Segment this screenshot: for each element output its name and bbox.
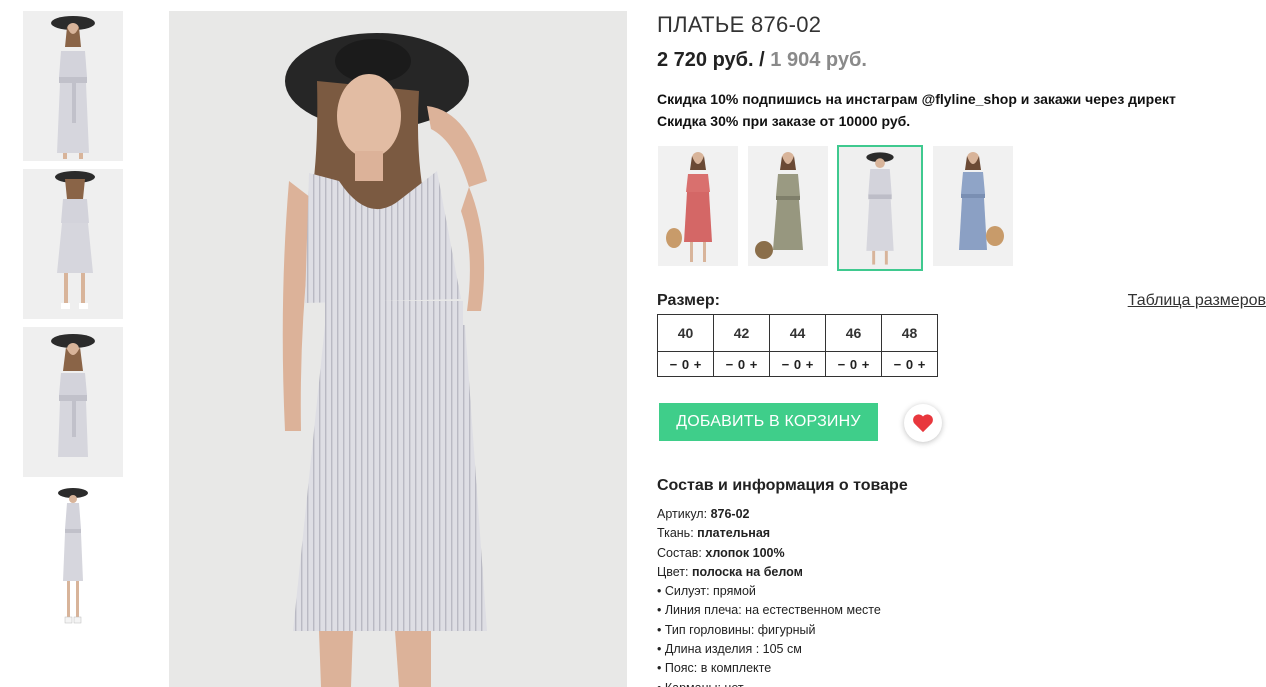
color-variant-grey-stripe[interactable] [837, 145, 923, 271]
price-discounted: 1 904 руб. [770, 49, 867, 71]
size-header: Размер: Таблица размеров [657, 292, 1266, 314]
decrement-button[interactable]: − [725, 357, 735, 372]
decrement-button[interactable]: − [893, 357, 903, 372]
thumbnail-front-hat[interactable] [23, 11, 123, 161]
variant-photo [658, 146, 738, 266]
increment-button[interactable]: + [861, 357, 871, 372]
detail-fabric: Ткань: плательная [657, 526, 771, 541]
quantity-stepper-40: − 0 + [657, 351, 714, 377]
quantity-stepper-46: − 0 + [825, 351, 882, 377]
detail-bullet: • Силуэт: прямой [657, 584, 756, 599]
color-variants [657, 145, 1266, 272]
add-to-cart-button[interactable]: ДОБАВИТЬ В КОРЗИНУ [659, 403, 878, 441]
dress-photo-thumb [23, 327, 123, 477]
promo-text: Скидка 10% подпишись на инстаграм @flyli… [657, 88, 1266, 132]
product-title: ПЛАТЬЕ 876-02 [657, 12, 822, 37]
increment-button[interactable]: + [749, 357, 759, 372]
size-label: Размер: [657, 292, 720, 309]
quantity-stepper-44: − 0 + [769, 351, 826, 377]
quantity-stepper-48: − 0 + [881, 351, 938, 377]
increment-button[interactable]: + [917, 357, 927, 372]
thumbnail-gallery [23, 11, 123, 643]
detail-article: Артикул: 876-02 [657, 507, 750, 521]
thumbnail-full-length[interactable] [23, 485, 123, 635]
main-product-photo[interactable] [169, 11, 627, 687]
color-variant-blue[interactable] [933, 146, 1013, 266]
color-variant-pink[interactable] [658, 146, 738, 266]
product-info: ПЛАТЬЕ 876-02 2 720 руб. / 1 904 руб. Ск… [657, 12, 1266, 687]
variant-photo [748, 146, 828, 266]
variant-photo [933, 146, 1013, 266]
decrement-button[interactable]: − [781, 357, 791, 372]
size-cell-42: 42 [713, 314, 770, 352]
details-list: Артикул: 876-02 Ткань: плательная Состав… [657, 505, 1266, 687]
favorite-button[interactable] [904, 404, 942, 442]
dress-photo-main [169, 11, 627, 687]
thumbnail-back[interactable] [23, 169, 123, 319]
details-title: Состав и информация о товаре [657, 477, 908, 494]
color-variant-olive[interactable] [748, 146, 828, 266]
quantity-value[interactable]: 0 [738, 357, 745, 372]
detail-bullet: • Тип горловины: фигурный [657, 622, 816, 637]
thumbnail-front-2[interactable] [23, 327, 123, 477]
size-chart-link[interactable]: Таблица размеров [1128, 292, 1266, 310]
detail-bullet: • Пояс: в комплекте [657, 661, 772, 676]
detail-color: Цвет: полоска на белом [657, 564, 803, 579]
price-row: 2 720 руб. / 1 904 руб. [657, 49, 1266, 75]
increment-button[interactable]: + [693, 357, 703, 372]
dress-photo-thumb [23, 169, 123, 319]
detail-composition: Состав: хлопок 100% [657, 545, 785, 560]
dress-photo-thumb [23, 11, 123, 161]
size-row: 40 42 44 46 48 [657, 314, 938, 352]
variant-photo [841, 149, 919, 267]
quantity-value[interactable]: 0 [794, 357, 801, 372]
size-cell-48: 48 [881, 314, 938, 352]
dress-photo-thumb [23, 485, 123, 635]
quantity-value[interactable]: 0 [906, 357, 913, 372]
price-separator: / [759, 49, 765, 71]
decrement-button[interactable]: − [837, 357, 847, 372]
size-cell-44: 44 [769, 314, 826, 352]
increment-button[interactable]: + [805, 357, 815, 372]
size-table: 40 42 44 46 48 − 0 + − 0 + − 0 + − 0 + −… [657, 314, 938, 377]
size-cell-40: 40 [657, 314, 714, 352]
price-old: 2 720 руб. [657, 49, 754, 71]
quantity-value[interactable]: 0 [682, 357, 689, 372]
quantity-row: − 0 + − 0 + − 0 + − 0 + − 0 + [657, 351, 938, 377]
quantity-stepper-42: − 0 + [713, 351, 770, 377]
quantity-value[interactable]: 0 [850, 357, 857, 372]
decrement-button[interactable]: − [669, 357, 679, 372]
detail-bullet: • Линия плеча: на естественном месте [657, 603, 881, 618]
promo-line: Скидка 10% подпишись на инстаграм @flyli… [657, 91, 1176, 107]
detail-bullet: • Длина изделия : 105 см [657, 642, 802, 657]
detail-bullet: • Карманы: нет [657, 679, 1266, 687]
promo-line: Скидка 30% при заказе от 10000 руб. [657, 113, 911, 129]
size-cell-46: 46 [825, 314, 882, 352]
heart-icon [913, 414, 933, 433]
actions-row: ДОБАВИТЬ В КОРЗИНУ [657, 403, 1266, 443]
